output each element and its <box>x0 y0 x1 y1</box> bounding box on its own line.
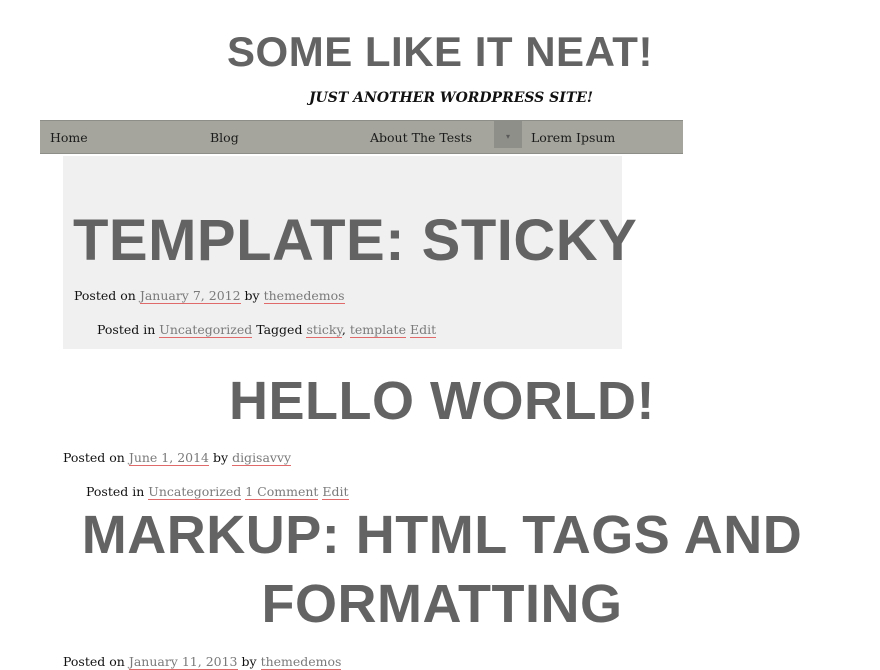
posted-in-label: Posted in <box>86 484 145 499</box>
by-label: by <box>213 450 229 465</box>
nav-item-blog[interactable]: Blog <box>210 121 239 154</box>
by-label: by <box>241 654 257 669</box>
category-link[interactable]: Uncategorized <box>148 484 242 500</box>
site-description: JUST ANOTHER WORDPRESS SITE! <box>308 90 594 106</box>
posted-in-label: Posted in <box>97 322 156 337</box>
post-footer-hello-world: Posted in Uncategorized 1 Comment Edit <box>86 484 349 500</box>
posted-on-label: Posted on <box>63 654 125 669</box>
main-navigation: Home Blog About The Tests ▾ Lorem Ipsum <box>40 120 683 154</box>
post-date-link[interactable]: June 1, 2014 <box>128 450 210 466</box>
tag-separator: , <box>341 322 346 337</box>
nav-item-lorem-ipsum[interactable]: Lorem Ipsum <box>531 121 615 154</box>
author-link[interactable]: digisavvy <box>232 450 292 466</box>
edit-link[interactable]: Edit <box>322 484 349 500</box>
posted-on-label: Posted on <box>63 450 125 465</box>
tag-link-sticky[interactable]: sticky <box>306 322 342 338</box>
comments-link[interactable]: 1 Comment <box>245 484 319 500</box>
post-title-sticky[interactable]: TEMPLATE: STICKY <box>73 207 637 274</box>
post-date-link[interactable]: January 11, 2013 <box>128 654 238 670</box>
by-label: by <box>244 288 260 303</box>
site-title[interactable]: SOME LIKE IT NEAT! <box>0 28 880 76</box>
post-title-markup-line1[interactable]: MARKUP: HTML TAGS AND <box>0 504 880 566</box>
author-link[interactable]: themedemos <box>260 654 342 670</box>
post-title-markup-line2[interactable]: FORMATTING <box>0 573 880 635</box>
author-link[interactable]: themedemos <box>263 288 345 304</box>
post-date-link[interactable]: January 7, 2012 <box>139 288 241 304</box>
edit-link[interactable]: Edit <box>409 322 437 338</box>
post-footer-sticky: Posted in Uncategorized Tagged sticky, t… <box>97 322 437 338</box>
tagged-label: Tagged <box>256 322 303 337</box>
category-link[interactable]: Uncategorized <box>159 322 253 338</box>
nav-item-home[interactable]: Home <box>50 121 88 154</box>
tag-link-template[interactable]: template <box>349 322 406 338</box>
post-meta-hello-world: Posted on June 1, 2014 by digisavvy <box>63 450 292 466</box>
post-meta-markup: Posted on January 11, 2013 by themedemos <box>63 654 342 670</box>
posted-on-label: Posted on <box>74 288 136 303</box>
nav-item-about-the-tests[interactable]: About The Tests <box>370 121 472 154</box>
post-meta-sticky: Posted on January 7, 2012 by themedemos <box>74 288 345 304</box>
submenu-toggle-chevron-down-icon[interactable]: ▾ <box>494 121 522 148</box>
post-title-hello-world[interactable]: HELLO WORLD! <box>0 370 880 432</box>
